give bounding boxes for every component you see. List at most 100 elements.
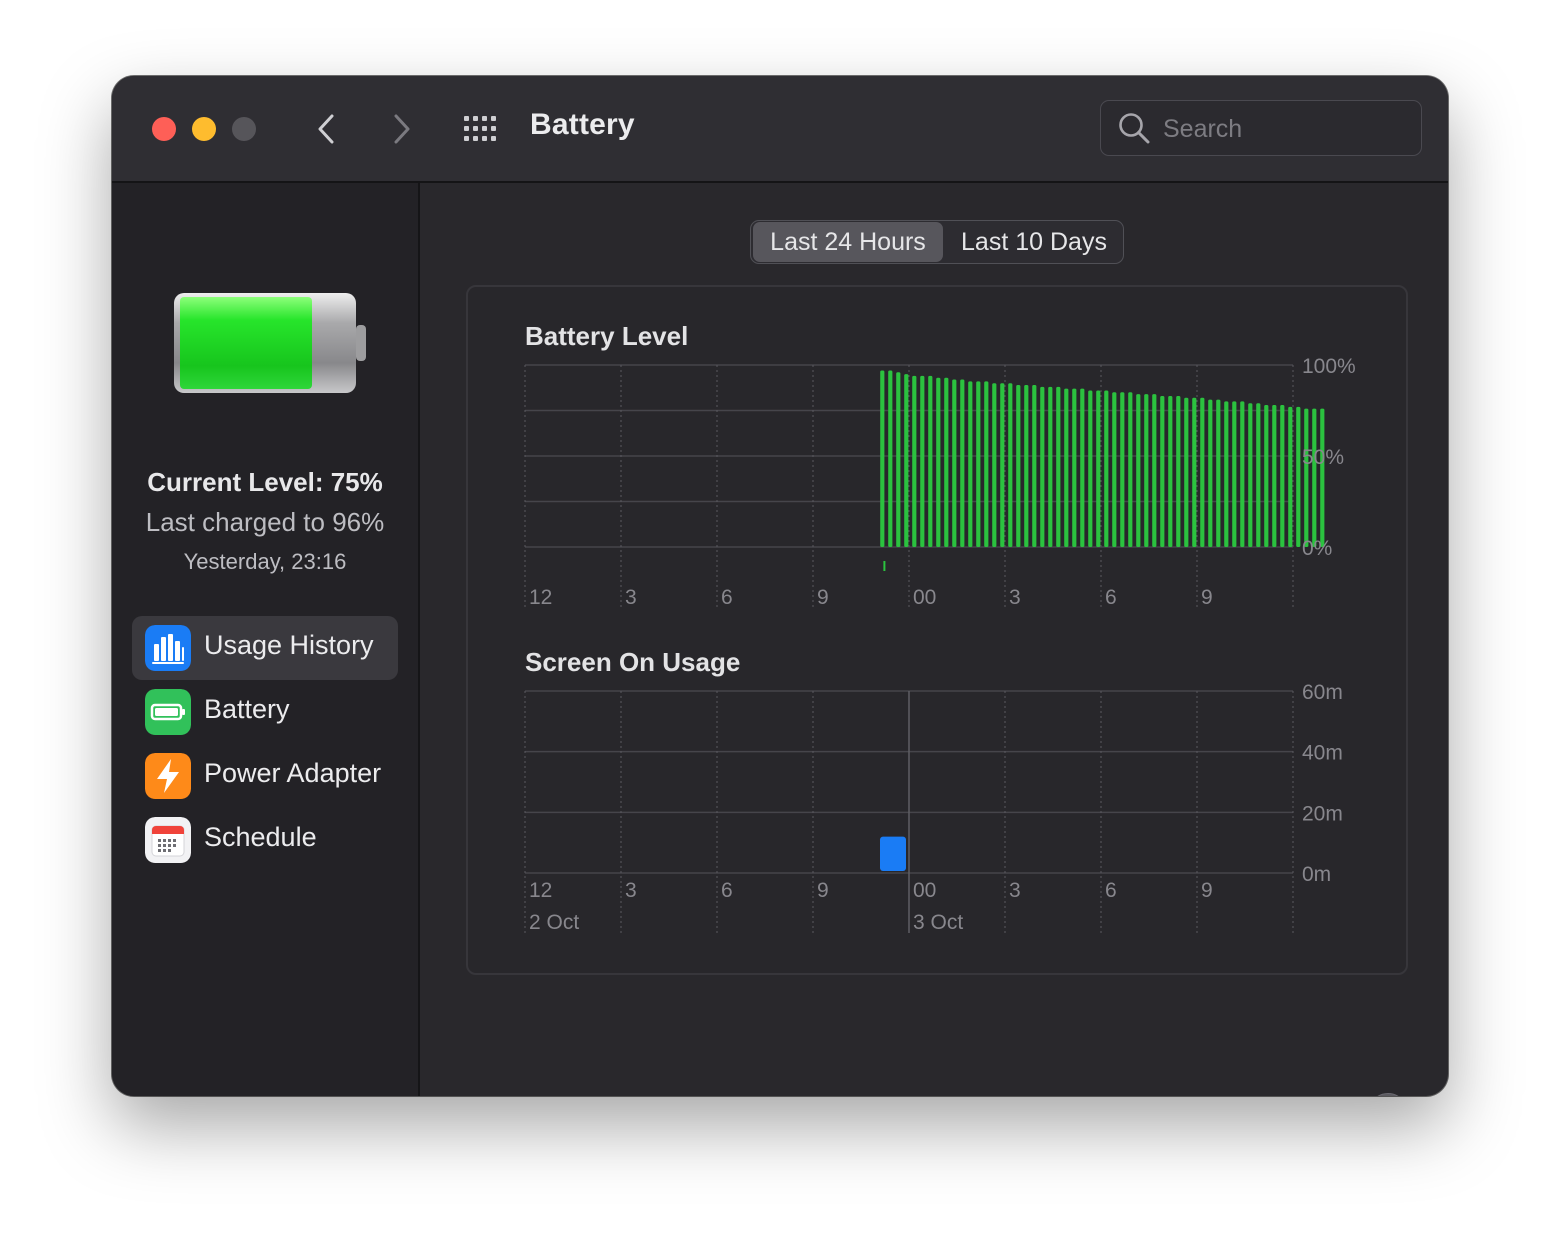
sidebar-item-label: Schedule (204, 822, 317, 852)
battery-x-tick-label: 00 (913, 586, 936, 609)
battery-level-bar (904, 374, 909, 547)
battery-level-bar (1232, 401, 1237, 547)
tab-last-24-hours[interactable]: Last 24 Hours (753, 222, 943, 262)
usage-y-tick-label: 60m (1302, 681, 1343, 704)
battery-level-bar (1256, 403, 1261, 547)
sidebar-item-label: Usage History (204, 630, 374, 660)
battery-level-bar (896, 372, 901, 547)
battery-level-bar (928, 375, 933, 547)
battery-level-bar (1032, 385, 1037, 547)
usage-y-tick-label: 20m (1302, 802, 1343, 825)
sidebar: Current Level: 75% Last charged to 96% Y… (112, 183, 420, 1096)
battery-level-bar (1048, 386, 1053, 547)
battery-level-bar (1000, 383, 1005, 547)
battery-level-bar (1304, 408, 1309, 547)
battery-level-bar (1136, 394, 1141, 547)
usage-history-icon (145, 625, 191, 671)
battery-level-bar (952, 379, 957, 547)
battery-x-tick-label: 9 (817, 586, 829, 609)
search-field[interactable] (1100, 100, 1422, 156)
show-all-grid-icon[interactable] (462, 112, 502, 146)
battery-level-bar (1216, 399, 1221, 547)
back-chevron-icon[interactable] (310, 112, 344, 146)
battery-level-bar (1072, 388, 1077, 547)
battery-level-bar (1096, 390, 1101, 547)
sidebar-item-label: Power Adapter (204, 758, 382, 788)
search-icon (1119, 113, 1150, 144)
battery-level-bar (960, 379, 965, 547)
sidebar-item-label: Battery (204, 694, 290, 724)
battery-icon (145, 689, 191, 735)
battery-level-bar (1144, 394, 1149, 547)
usage-x-tick-label: 3 (625, 879, 637, 902)
battery-level-bar (1192, 397, 1197, 547)
lightning-icon (145, 753, 191, 799)
battery-level-bar (1224, 401, 1229, 547)
battery-level-bar (1320, 408, 1325, 547)
usage-x-tick-label: 12 (529, 879, 552, 902)
battery-level-bar (1064, 388, 1069, 547)
battery-y-tick-label: 50% (1302, 446, 1344, 469)
battery-level-bar (968, 381, 973, 547)
battery-x-tick-label: 6 (1105, 586, 1117, 609)
usage-x-tick-label: 6 (1105, 879, 1117, 902)
titlebar: Battery (112, 76, 1448, 183)
battery-level-bar (976, 381, 981, 547)
usage-x-tick-label: 00 (913, 879, 936, 902)
battery-level-bar (1104, 390, 1109, 547)
forward-chevron-icon[interactable] (384, 112, 418, 146)
usage-y-tick-label: 40m (1302, 742, 1343, 765)
battery-level-bar (1016, 385, 1021, 547)
battery-level-bar (1008, 383, 1013, 547)
battery-y-tick-label: 100% (1302, 355, 1356, 378)
sidebar-item-power-adapter[interactable]: Power Adapter (132, 744, 398, 808)
last-charged-time: Yesterday, 23:16 (183, 549, 347, 574)
sidebar-item-usage-history[interactable]: Usage History (132, 616, 398, 680)
sidebar-item-battery[interactable]: Battery (132, 680, 398, 744)
battery-y-tick-label: 0% (1302, 537, 1332, 560)
main-content: Last 24 Hours Last 10 Days Battery Level… (420, 183, 1448, 1096)
battery-x-tick-label: 3 (625, 586, 637, 609)
battery-level-graphic (174, 293, 366, 393)
charts-panel: Battery Level Screen On Usage 100% 50% 0% 1… (466, 285, 1408, 975)
help-button[interactable]: ? (1368, 1093, 1408, 1096)
battery-level-bar (1272, 405, 1277, 547)
battery-level-bar (1024, 385, 1029, 547)
battery-level-bar (992, 383, 997, 547)
calendar-icon (145, 817, 191, 863)
battery-level-bar (1088, 390, 1093, 547)
battery-level-bar (1288, 406, 1293, 547)
close-button[interactable] (152, 117, 176, 141)
battery-level-bar (1240, 401, 1245, 547)
battery-level-bar (1280, 405, 1285, 547)
usage-date-label: 3 Oct (913, 911, 963, 934)
tab-last-10-days[interactable]: Last 10 Days (947, 221, 1121, 263)
battery-level-bar (1120, 392, 1125, 547)
sidebar-item-schedule[interactable]: Schedule (132, 808, 398, 872)
search-input[interactable] (1161, 113, 1405, 145)
battery-level-bar (1152, 394, 1157, 547)
usage-x-tick-label: 9 (1201, 879, 1213, 902)
usage-y-tick-label: 0m (1302, 863, 1331, 886)
minimize-button[interactable] (192, 117, 216, 141)
time-range-segmented-control: Last 24 Hours Last 10 Days (750, 220, 1124, 264)
battery-x-tick-label: 6 (721, 586, 733, 609)
current-level-text: Current Level: 75% (147, 467, 383, 497)
battery-level-bar (984, 381, 989, 547)
battery-level-bar (936, 377, 941, 547)
battery-level-bar (1296, 406, 1301, 547)
battery-level-bar (1208, 399, 1213, 547)
battery-level-bar (1056, 386, 1061, 547)
battery-level-bar (944, 377, 949, 547)
battery-level-bar (1168, 395, 1173, 547)
battery-level-bar (888, 370, 893, 547)
zoom-button[interactable] (232, 117, 256, 141)
window-title: Battery (530, 108, 635, 141)
battery-level-bar (1128, 392, 1133, 547)
settings-window: Battery Search Current Level: 75% Last c… (112, 76, 1448, 1096)
battery-level-bar (1112, 392, 1117, 547)
usage-x-tick-label: 9 (817, 879, 829, 902)
battery-x-tick-label: 3 (1009, 586, 1021, 609)
battery-level-bar (1176, 395, 1181, 547)
battery-level-bar (880, 370, 885, 547)
